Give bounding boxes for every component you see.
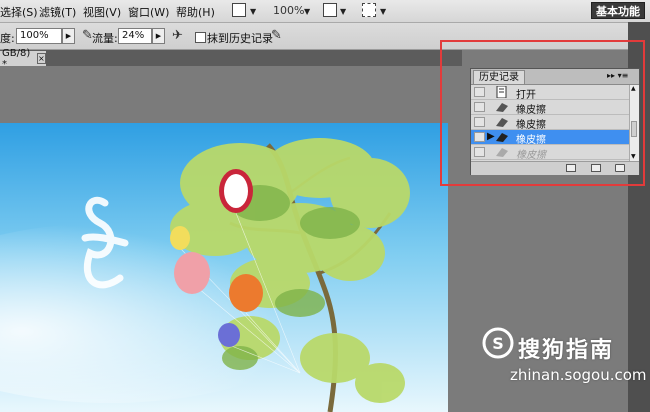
- opacity-field[interactable]: 100%: [16, 28, 62, 44]
- svg-text:S: S: [492, 334, 504, 353]
- airbrush-icon[interactable]: ✈: [172, 28, 183, 43]
- menu-window[interactable]: 窗口(W): [128, 4, 169, 20]
- screen-layout-icon[interactable]: [362, 3, 376, 17]
- workspace-button[interactable]: 基本功能: [591, 2, 645, 19]
- menu-bar: 选择(S) 滤镜(T) 视图(V) 窗口(W) 帮助(H) ▼ 100% ▼ ▼…: [0, 0, 650, 23]
- chevron-down-icon[interactable]: ▼: [380, 7, 386, 16]
- document-tab[interactable]: GB/8) * ×: [0, 48, 46, 70]
- flow-slider-toggle[interactable]: ▶: [152, 28, 165, 44]
- flow-field[interactable]: 24%: [118, 28, 152, 44]
- flow-label: 流量:: [92, 32, 118, 45]
- canvas-illustration: [0, 123, 448, 412]
- watermark-url: zhinan.sogou.com: [510, 366, 647, 384]
- menu-view[interactable]: 视图(V): [83, 4, 121, 20]
- arrange-documents-icon[interactable]: [323, 3, 337, 17]
- document-tab-strip: [0, 50, 462, 66]
- menu-select[interactable]: 选择(S): [0, 4, 38, 20]
- document-canvas[interactable]: [0, 123, 448, 412]
- erase-to-history-checkbox[interactable]: [195, 32, 206, 43]
- chevron-down-icon[interactable]: ▼: [250, 7, 256, 16]
- erase-to-history-label: 抹到历史记录: [207, 32, 273, 45]
- opacity-label: 度:: [0, 32, 15, 45]
- chevron-down-icon[interactable]: ▼: [340, 7, 346, 16]
- chevron-down-icon[interactable]: ▼: [304, 7, 310, 16]
- menu-filter[interactable]: 滤镜(T): [39, 4, 76, 20]
- zoom-level[interactable]: 100%: [273, 4, 304, 17]
- opacity-slider-toggle[interactable]: ▶: [62, 28, 75, 44]
- close-icon[interactable]: ×: [36, 53, 46, 64]
- sogou-logo-icon: S: [482, 327, 514, 359]
- screen-mode-icon[interactable]: [232, 3, 246, 17]
- menu-help[interactable]: 帮助(H): [176, 4, 215, 20]
- highlight-box: [440, 40, 645, 186]
- tablet-pressure-size-icon[interactable]: ✎: [271, 28, 282, 43]
- watermark-brand: 搜狗指南: [518, 338, 615, 363]
